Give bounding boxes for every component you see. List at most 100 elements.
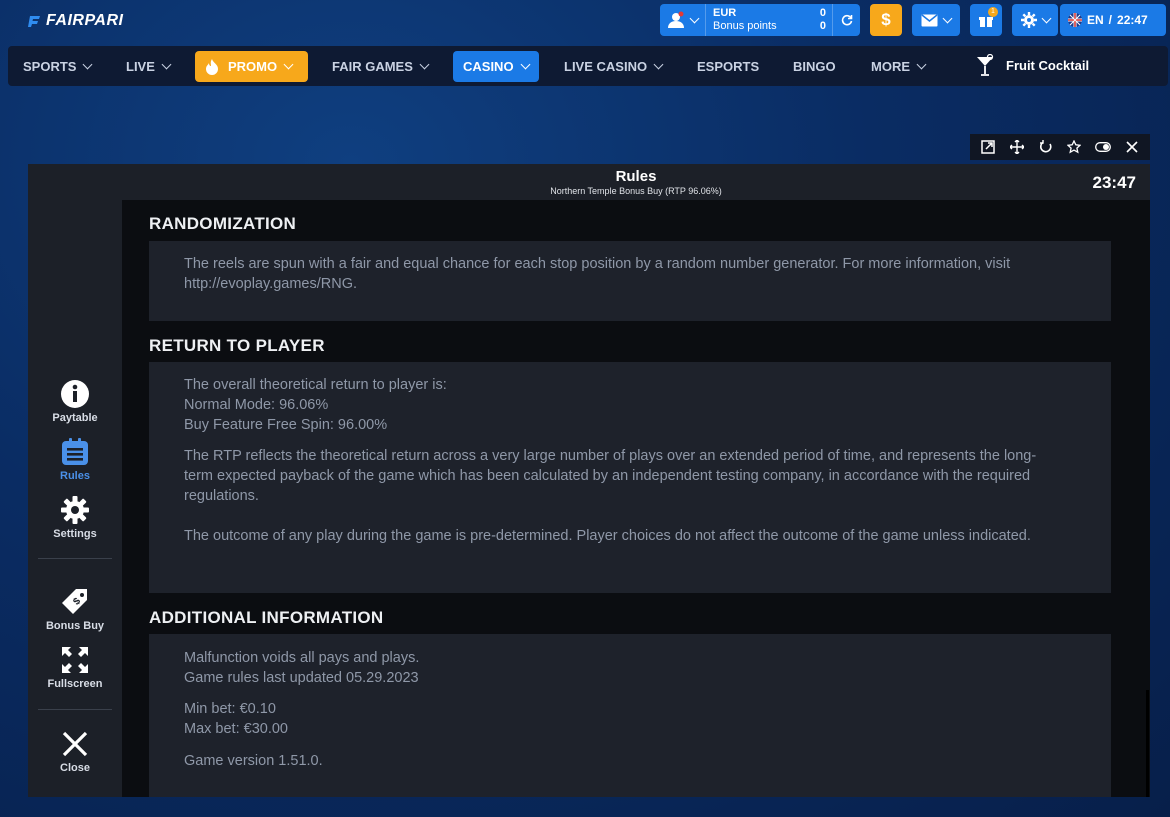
gift-count-badge: 1 (988, 7, 998, 17)
move-icon (1009, 140, 1024, 154)
refresh-icon (841, 14, 852, 26)
reload-icon (1039, 140, 1052, 153)
additional-rules-updated: Game rules last updated 05.29.2023 (184, 670, 419, 686)
chevron-down-icon (520, 59, 531, 70)
dollar-icon: $ (881, 10, 891, 29)
language-code: EN (1087, 13, 1104, 27)
bonus-label: Bonus points (713, 20, 777, 32)
close-game-button[interactable]: Close (28, 728, 122, 774)
favorite-button[interactable] (1065, 138, 1083, 156)
chevron-down-icon (653, 59, 664, 70)
logo-mark-icon (28, 16, 40, 27)
nav-bingo[interactable]: BINGO (783, 51, 846, 82)
gear-icon (1020, 12, 1037, 28)
chevron-down-icon (283, 59, 294, 70)
nav-live[interactable]: LIVE (116, 51, 180, 82)
reload-game-button[interactable] (1037, 138, 1055, 156)
panel-rtp: The overall theoretical return to player… (149, 362, 1111, 593)
additional-min-bet: Min bet: €0.10 (184, 701, 276, 717)
refresh-balance-button[interactable] (832, 4, 860, 36)
section-title-additional: ADDITIONAL INFORMATION (149, 608, 384, 627)
main-navigation: SPORTS LIVE PROMO FAIR GAMES CASINO LIVE… (8, 46, 1168, 86)
uk-flag-icon (1068, 13, 1082, 27)
user-icon (668, 11, 684, 28)
page-title: Rules (615, 168, 657, 185)
cocktail-icon (977, 54, 994, 76)
bonus-buy-label: Bonus Buy (45, 620, 105, 632)
nav-esports[interactable]: ESPORTS (687, 51, 769, 82)
chevron-down-icon (942, 13, 953, 23)
open-external-button[interactable] (979, 138, 997, 156)
close-icon (1126, 141, 1138, 153)
mail-icon (921, 13, 938, 26)
gifts-button[interactable]: 1 (970, 4, 1002, 36)
settings-tab-button[interactable]: Settings (28, 494, 122, 540)
deposit-button[interactable]: $ (870, 4, 902, 36)
settings-button[interactable] (1012, 4, 1058, 36)
fullscreen-button[interactable]: Fullscreen (28, 644, 122, 690)
price-tag-icon: $ (62, 589, 87, 614)
nav-fair-games[interactable]: FAIR GAMES (322, 51, 438, 82)
wallet-widget[interactable]: EUR Bonus points 0 0 (660, 4, 860, 36)
balance-values: 0 0 (802, 7, 832, 33)
fire-icon (206, 58, 218, 75)
rtp-line-1: The overall theoretical return to player… (184, 377, 447, 393)
panel-additional: Malfunction voids all pays and plays. Ga… (149, 634, 1111, 797)
rtp-paragraph-1: The RTP reflects the theoretical return … (184, 448, 1037, 504)
gear-icon (61, 496, 89, 524)
close-frame-button[interactable] (1123, 138, 1141, 156)
rtp-normal-mode: Normal Mode: 96.06% (184, 397, 329, 413)
game-window: Paytable Rules Settings $ Bonus Buy Full… (28, 164, 1150, 797)
chevron-down-icon (419, 59, 430, 70)
sidebar-divider (38, 709, 112, 710)
panel-randomization: The reels are spun with a fair and equal… (149, 241, 1111, 321)
fullscreen-label: Fullscreen (47, 678, 103, 690)
section-title-rtp: RETURN TO PLAYER (149, 336, 325, 355)
rtp-buy-feature: Buy Feature Free Spin: 96.00% (184, 417, 388, 433)
rules-list-icon (62, 438, 88, 465)
game-sidebar: Paytable Rules Settings $ Bonus Buy Full… (28, 164, 122, 797)
sidebar-divider (38, 558, 112, 559)
paytable-button[interactable]: Paytable (28, 378, 122, 424)
nav-live-casino[interactable]: LIVE CASINO (554, 51, 672, 82)
toggle-icon (1095, 142, 1111, 152)
current-game-link[interactable]: Fruit Cocktail (976, 54, 1089, 76)
messages-button[interactable] (912, 4, 960, 36)
fullscreen-icon (62, 647, 88, 673)
current-time: 22:47 (1117, 13, 1148, 27)
bonus-amount: 0 (819, 20, 826, 32)
toggle-mode-button[interactable] (1094, 138, 1112, 156)
content-scrollbar[interactable] (1146, 690, 1149, 797)
additional-max-bet: Max bet: €30.00 (184, 721, 288, 737)
rules-header: Rules Northern Temple Bonus Buy (RTP 96.… (122, 164, 1150, 200)
paytable-label: Paytable (52, 412, 98, 424)
game-subtitle: Northern Temple Bonus Buy (RTP 96.06%) (550, 186, 722, 196)
bonus-buy-button[interactable]: $ Bonus Buy (28, 586, 122, 632)
brand-name: FAIRPARI (46, 12, 124, 29)
chevron-down-icon (161, 59, 172, 70)
brand-logo[interactable]: FAIRPARI (28, 12, 123, 30)
chevron-down-icon (1041, 13, 1051, 23)
close-label: Close (60, 762, 90, 774)
section-title-randomization: RANDOMIZATION (149, 214, 297, 233)
rules-button[interactable]: Rules (28, 436, 122, 482)
additional-game-version: Game version 1.51.0. (184, 753, 323, 769)
game-frame-toolbar (970, 134, 1150, 160)
rules-content: RANDOMIZATION The reels are spun with a … (122, 200, 1122, 797)
nav-casino[interactable]: CASINO (453, 51, 539, 82)
chevron-down-icon (689, 13, 700, 23)
account-button[interactable] (660, 4, 706, 36)
nav-promo[interactable]: PROMO (195, 51, 308, 82)
current-game-title: Fruit Cocktail (1006, 57, 1090, 73)
currency-info: EUR Bonus points (706, 7, 802, 33)
nav-sports[interactable]: SPORTS (13, 51, 101, 82)
top-bar: FAIRPARI EUR Bonus points 0 0 $ 1 EN / 2… (0, 0, 1170, 44)
nav-more[interactable]: MORE (861, 51, 935, 82)
info-icon (61, 380, 89, 408)
external-link-icon (981, 140, 996, 154)
language-selector[interactable]: EN / 22:47 (1060, 4, 1166, 36)
star-icon (1067, 140, 1082, 154)
game-clock: 23:47 (1092, 173, 1136, 192)
move-frame-button[interactable] (1008, 138, 1026, 156)
chevron-down-icon (916, 59, 927, 70)
